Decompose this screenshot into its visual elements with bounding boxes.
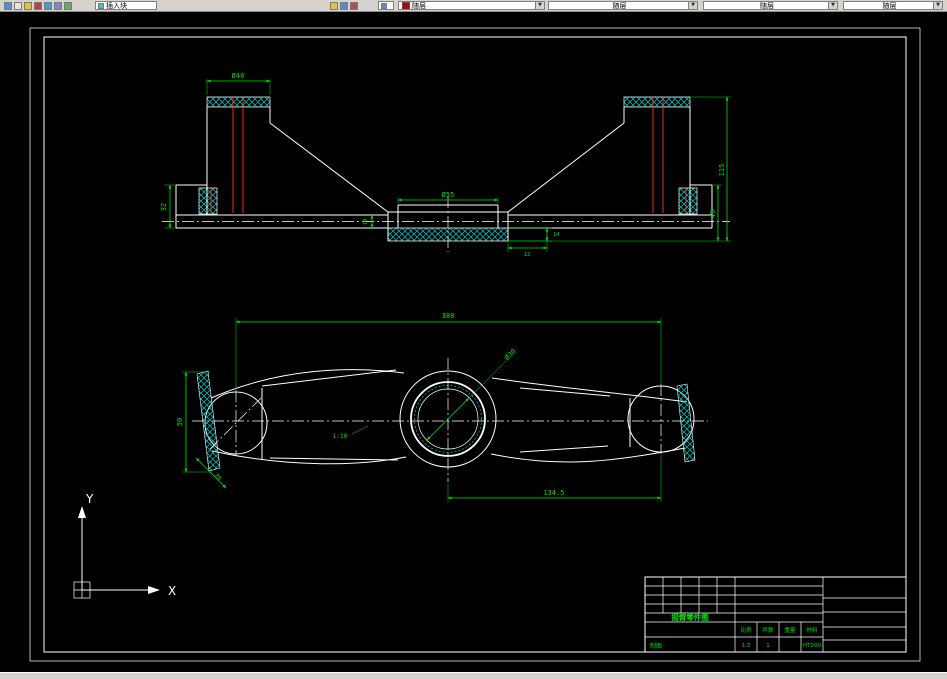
- zoom-icon[interactable]: [64, 2, 72, 10]
- cad-application-window: 插入块 随层 ▼ 随层 ▼ 随层 ▼ 随层 ▼ Ø40 Ø55 45 115 3…: [0, 0, 947, 679]
- insert-block-label: 插入块: [106, 1, 127, 10]
- linetype-control[interactable]: 随层 ▼: [548, 1, 698, 10]
- new-file-icon[interactable]: [4, 2, 12, 10]
- drawing-frame: [29, 27, 921, 662]
- dim-text-right-inner: 45: [709, 210, 717, 218]
- linetype-value: 随层: [612, 1, 627, 10]
- layer-manager-icon[interactable]: [340, 2, 348, 10]
- color-value: 随层: [412, 1, 426, 10]
- layer-states-icon[interactable]: [350, 2, 358, 10]
- front-view: Ø40 Ø55 45 115 32 10 14 12: [160, 72, 731, 258]
- layers-icon[interactable]: [330, 2, 338, 10]
- ucs-x-arrowhead: [148, 586, 160, 594]
- plotstyle-control[interactable]: 随层 ▼: [843, 1, 943, 10]
- title-block-label-count: 件数: [762, 626, 774, 634]
- plan-view: 380 134.5 50 20 Ø30 1:10: [176, 312, 708, 502]
- layer-icon: [381, 2, 387, 9]
- ucs-y-label: Y: [85, 492, 94, 506]
- title-block-material-value: HT200: [803, 643, 821, 649]
- toolbar: 插入块 随层 ▼ 随层 ▼ 随层 ▼ 随层 ▼: [0, 0, 947, 12]
- insert-block-button[interactable]: 插入块: [95, 1, 157, 10]
- status-bar: [0, 672, 947, 679]
- toolbar-icon-group-mid: [330, 1, 358, 11]
- ucs-axes-lines: [81, 516, 150, 591]
- chevron-down-icon[interactable]: ▼: [933, 2, 942, 9]
- title-block-label-scale: 比例: [740, 626, 752, 634]
- dim-text-hub-dia: Ø55: [442, 191, 455, 199]
- color-swatch: [402, 2, 410, 9]
- plan-centerlines: [192, 358, 708, 482]
- save-icon[interactable]: [24, 2, 32, 10]
- chevron-down-icon[interactable]: ▼: [688, 2, 697, 9]
- dim-text-end-width: 50: [176, 418, 184, 426]
- title-block: 摇臂零件图 制图 比例 件数 重量 材料 1:2 1 HT200: [644, 576, 907, 653]
- dim-text-hub-band: 14: [553, 232, 560, 238]
- frame-outer-border: [29, 27, 921, 662]
- frame-inner-border: [43, 36, 907, 653]
- dim-text-end-offset: 20: [213, 473, 222, 482]
- dim-text-total-height: 115: [718, 164, 726, 177]
- title-block-label-material: 材料: [806, 626, 818, 634]
- ucs-origin-cross: [74, 582, 90, 598]
- dim-text-length: 380: [442, 312, 455, 320]
- block-icon: [98, 2, 104, 9]
- dim-text-center-distance: 134.5: [543, 489, 564, 497]
- lineweight-value: 随层: [760, 1, 774, 10]
- dim-text-left-height: 32: [160, 203, 168, 211]
- title-block-scale-value: 1:2: [742, 643, 751, 649]
- plotstyle-value: 随层: [882, 1, 897, 10]
- redo-icon[interactable]: [54, 2, 62, 10]
- title-block-count-value: 1: [766, 643, 770, 649]
- plan-extension-lines: [182, 318, 662, 502]
- color-control[interactable]: 随层 ▼: [398, 1, 545, 10]
- dim-text-base-thickness: 10: [363, 219, 369, 226]
- ucs-icon: Y X: [73, 492, 176, 599]
- title-block-drafter-label: 制图: [650, 642, 662, 650]
- chevron-down-icon[interactable]: ▼: [535, 2, 544, 9]
- title-block-label-weight: 重量: [784, 626, 796, 634]
- drawing-canvas[interactable]: Ø40 Ø55 45 115 32 10 14 12 380 134.5 50 …: [0, 12, 947, 672]
- make-current-button[interactable]: [378, 1, 394, 10]
- dim-text-bore-dia: Ø30: [503, 347, 518, 362]
- front-centerlines: [162, 196, 730, 252]
- taper-note: 1:10: [333, 433, 348, 440]
- toolbar-icon-group-left: [4, 1, 72, 11]
- dim-text-tower-dia: Ø40: [232, 72, 245, 80]
- undo-icon[interactable]: [44, 2, 52, 10]
- arm-outline: [210, 369, 688, 465]
- title-block-part-name: 摇臂零件图: [671, 612, 709, 622]
- open-file-icon[interactable]: [14, 2, 22, 10]
- lineweight-control[interactable]: 随层 ▼: [703, 1, 838, 10]
- ucs-y-arrowhead: [78, 506, 86, 518]
- chevron-down-icon[interactable]: ▼: [828, 2, 837, 9]
- front-outline: [175, 107, 713, 241]
- print-icon[interactable]: [34, 2, 42, 10]
- ucs-x-label: X: [168, 584, 176, 598]
- dim-text-hub-offset: 12: [524, 252, 531, 258]
